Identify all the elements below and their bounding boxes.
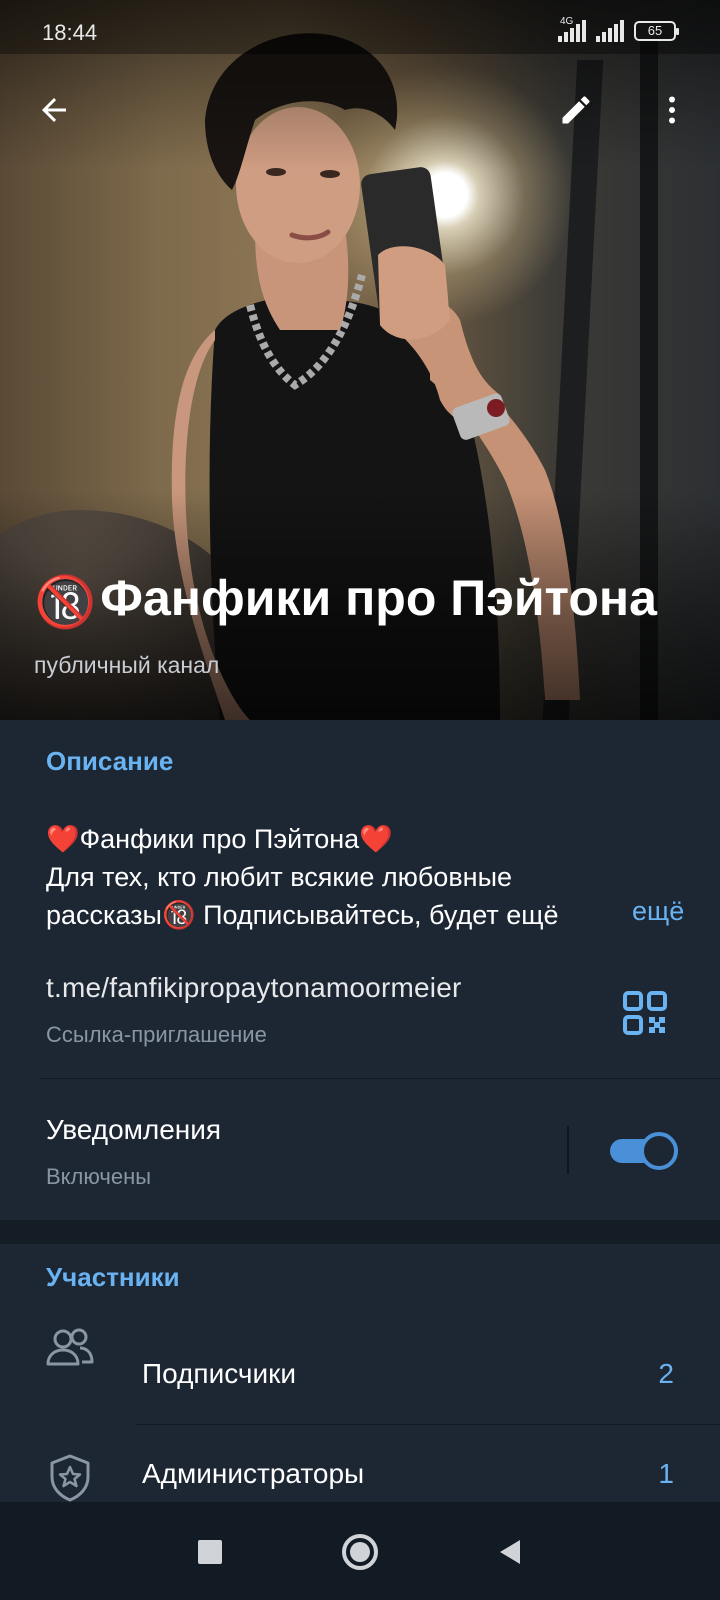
administrators-count: 1 (658, 1458, 674, 1489)
invite-link[interactable]: t.me/fanfikipropaytonamoormeier (46, 972, 462, 1004)
administrators-label: Администраторы (142, 1458, 365, 1489)
users-icon (46, 1328, 94, 1366)
status-indicators: 4G 65 (558, 16, 679, 42)
description-line: рассказы🔞 Подписывайтесь, будет ещё (46, 896, 676, 934)
subscribers-label: Подписчики (142, 1358, 297, 1389)
square-recents-icon (198, 1540, 222, 1564)
channel-title: 🔞Фанфики про Пэйтона (34, 568, 674, 632)
toggle-knob (640, 1132, 678, 1170)
description-heading: Описание (46, 746, 174, 776)
channel-name: Фанфики про Пэйтона (100, 570, 657, 626)
battery-level: 65 (647, 23, 663, 38)
recents-button[interactable] (184, 1526, 236, 1578)
description-line: ❤️Фанфики про Пэйтона❤️ (46, 820, 676, 858)
adult-badge-icon: 🔞 (34, 573, 97, 630)
system-navigation-bar (0, 1502, 720, 1600)
show-more-link[interactable]: ещё (606, 896, 685, 927)
notifications-status: Включены (46, 1164, 152, 1189)
subscribers-count: 2 (658, 1358, 674, 1389)
pencil-icon (562, 96, 590, 124)
invite-link-caption: Ссылка-приглашение (46, 1022, 267, 1047)
status-bar: 18:44 4G 65 (0, 0, 720, 54)
signal-strength-icon: 4G (558, 16, 586, 42)
section-gap (0, 1220, 720, 1244)
notifications-toggle[interactable] (610, 1130, 678, 1172)
signal-strength-icon (596, 20, 624, 42)
qr-code-icon (623, 991, 667, 1035)
members-heading: Участники (46, 1262, 180, 1292)
description-text: Подписывайтесь, будет ещё (195, 900, 559, 930)
channel-description[interactable]: ❤️Фанфики про Пэйтона❤️ Для тех, кто люб… (46, 820, 676, 934)
description-line: Для тех, кто любит всякие любовные (46, 862, 513, 892)
network-type: 4G (560, 16, 574, 27)
description-text: Фанфики про Пэйтона (79, 824, 360, 854)
channel-info-screen: 18:44 4G 65 🔞Фанфики про Пэйтона публичн… (0, 0, 720, 1600)
description-text: рассказы (46, 900, 162, 930)
vertical-separator (567, 1126, 569, 1174)
back-nav-button[interactable] (484, 1526, 536, 1578)
circle-home-icon (342, 1534, 378, 1570)
arrow-left-icon (42, 98, 66, 122)
home-button[interactable] (334, 1526, 386, 1578)
triangle-back-icon (500, 1540, 520, 1564)
divider (136, 1424, 720, 1425)
shield-star-icon (50, 1454, 90, 1502)
more-vertical-icon (669, 96, 675, 124)
qr-code-button[interactable] (622, 990, 668, 1036)
battery-icon: 65 (634, 21, 679, 41)
heart-emoji-icon: ❤️ (46, 824, 80, 854)
notifications-label[interactable]: Уведомления (46, 1114, 221, 1146)
status-time: 18:44 (42, 20, 98, 45)
edit-button[interactable] (548, 82, 604, 138)
adult-badge-icon: 🔞 (161, 900, 196, 930)
more-options-button[interactable] (644, 82, 700, 138)
back-button[interactable] (26, 82, 82, 138)
channel-type: публичный канал (34, 652, 220, 678)
divider (40, 1078, 720, 1079)
heart-emoji-icon: ❤️ (359, 824, 393, 854)
